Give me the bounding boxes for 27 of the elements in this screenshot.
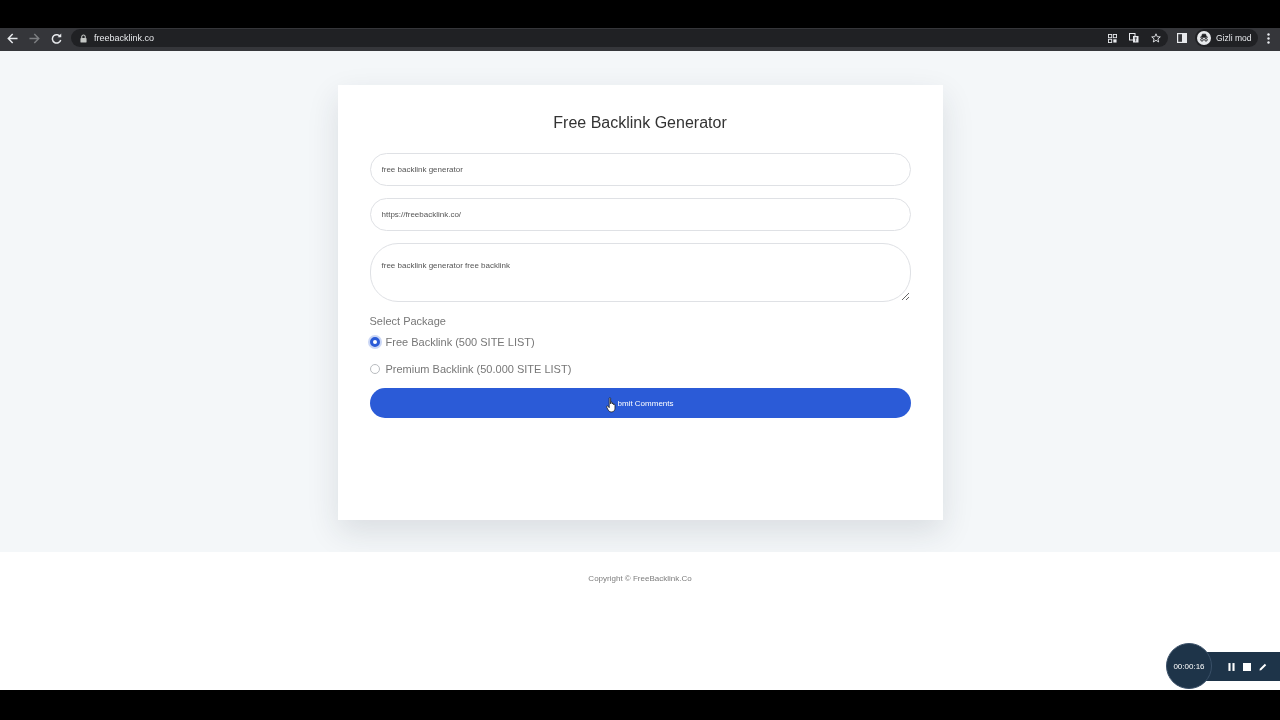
submit-button[interactable]: bmit Comments (369, 388, 911, 418)
input-field[interactable]: https://freebacklink.co/ (369, 198, 911, 231)
side-panel-icon[interactable] (1177, 33, 1187, 43)
reload-icon[interactable] (51, 32, 62, 44)
package-label: Select Package (369, 314, 447, 328)
copyright-text: Copyright © FreeBacklink.Co (588, 573, 692, 585)
url-text: freebacklink.co (94, 33, 155, 43)
star-icon[interactable] (1151, 33, 1161, 43)
radio-button[interactable] (369, 364, 380, 374)
profile-button[interactable]: Gizli mod (1195, 29, 1259, 47)
lock-icon (80, 33, 87, 43)
address-bar[interactable]: freebacklink.co (71, 29, 1168, 47)
back-arrow-icon[interactable] (7, 32, 18, 44)
pencil-icon[interactable] (1259, 662, 1267, 671)
radio-label[interactable]: Premium Backlink (50.000 SITE LIST) (385, 363, 572, 375)
radio-button[interactable] (369, 337, 380, 347)
incognito-icon (1197, 31, 1211, 45)
grid-icon[interactable] (1108, 33, 1117, 43)
kebab-menu-icon[interactable] (1267, 32, 1271, 44)
radio-label[interactable]: Free Backlink (500 SITE LIST) (385, 336, 535, 348)
form-title: Free Backlink Generator (552, 113, 728, 133)
pause-icon[interactable] (1228, 662, 1235, 671)
hand-cursor-icon (606, 396, 618, 413)
translate-icon[interactable] (1129, 33, 1139, 43)
text-area[interactable]: free backlink generator free backlink (369, 243, 911, 302)
stop-icon[interactable] (1243, 662, 1251, 671)
input-field[interactable]: free backlink generator (369, 153, 911, 186)
